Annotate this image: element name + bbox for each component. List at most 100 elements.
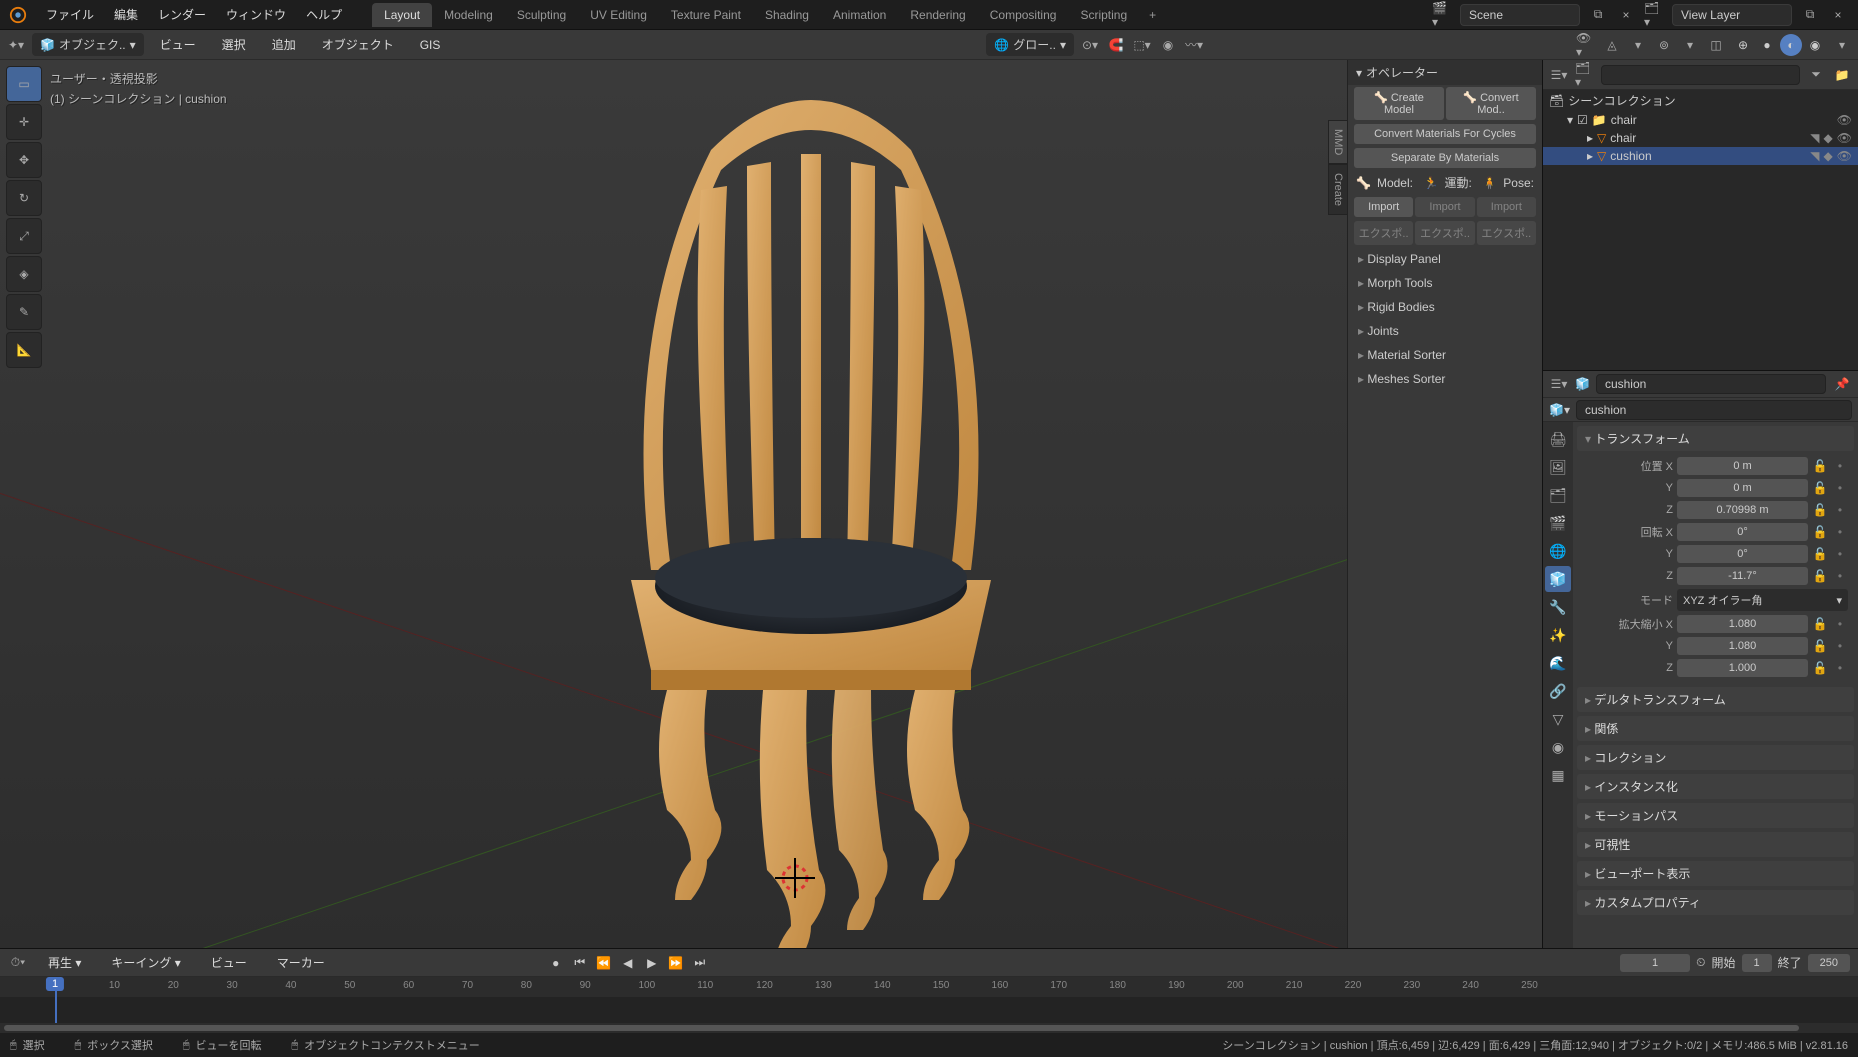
- outliner-mode-icon[interactable]: 🗂▾: [1575, 65, 1595, 85]
- pivot-icon[interactable]: ⊙▾: [1080, 35, 1100, 55]
- proportional-mode-icon[interactable]: 〰▾: [1184, 35, 1204, 55]
- viewlayer-name-field[interactable]: View Layer: [1672, 4, 1792, 26]
- lock-icon[interactable]: 🔓: [1812, 569, 1828, 583]
- timeline-scrollbar[interactable]: [0, 1023, 1858, 1033]
- menu-file[interactable]: ファイル: [36, 0, 104, 29]
- outliner-new-collection-icon[interactable]: 📁: [1832, 65, 1852, 85]
- outliner-mesh-chair[interactable]: ▸▽chair◥◆👁: [1543, 129, 1858, 147]
- transform-section-header[interactable]: トランスフォーム: [1577, 426, 1854, 451]
- new-viewlayer-icon[interactable]: ⧉: [1800, 5, 1820, 25]
- shading-options-icon[interactable]: ▾: [1832, 35, 1852, 55]
- tab-viewlayer[interactable]: 🗂: [1545, 482, 1571, 508]
- lock-icon[interactable]: 🔓: [1812, 503, 1828, 517]
- playback-menu[interactable]: 再生 ▾: [38, 948, 91, 977]
- lock-icon[interactable]: 🔓: [1812, 617, 1828, 631]
- model-import-button[interactable]: Import: [1354, 197, 1413, 217]
- current-frame-field[interactable]: 1: [1620, 954, 1690, 972]
- tab-render[interactable]: 🖨: [1545, 426, 1571, 452]
- proportional-icon[interactable]: ◉: [1158, 35, 1178, 55]
- outliner-type-icon[interactable]: ☰▾: [1549, 65, 1569, 85]
- scale-z[interactable]: 1.000: [1677, 659, 1808, 677]
- morph-tools-section[interactable]: Morph Tools: [1348, 271, 1542, 295]
- tool-move[interactable]: ✥: [6, 142, 42, 178]
- tab-scene[interactable]: 🎬: [1545, 510, 1571, 536]
- tab-object[interactable]: 🧊: [1545, 566, 1571, 592]
- tool-transform[interactable]: ◈: [6, 256, 42, 292]
- shading-wireframe[interactable]: ⊕: [1732, 34, 1754, 56]
- jump-end-icon[interactable]: ⏭: [689, 952, 711, 974]
- props-type-icon[interactable]: ☰▾: [1549, 374, 1569, 394]
- mesh-name-field[interactable]: cushion: [1576, 400, 1852, 420]
- visibility-section[interactable]: 可視性: [1577, 832, 1854, 857]
- add-menu[interactable]: 追加: [262, 30, 306, 59]
- timeline-ruler[interactable]: 0102030405060708090100110120130140150160…: [0, 977, 1858, 997]
- tab-uv-editing[interactable]: UV Editing: [578, 3, 659, 27]
- outliner-search[interactable]: [1601, 65, 1800, 85]
- tab-world[interactable]: 🌐: [1545, 538, 1571, 564]
- lock-icon[interactable]: 🔓: [1812, 459, 1828, 473]
- tab-modeling[interactable]: Modeling: [432, 3, 505, 27]
- tab-compositing[interactable]: Compositing: [978, 3, 1069, 27]
- play-icon[interactable]: ▶: [641, 952, 663, 974]
- timeline-view-menu[interactable]: ビュー: [201, 948, 257, 977]
- shading-solid[interactable]: ●: [1756, 34, 1778, 56]
- shading-lookdev[interactable]: ◐: [1780, 34, 1802, 56]
- 3d-viewport[interactable]: ユーザー・透視投影 (1) シーンコレクション | cushion ▭ ✛ ✥ …: [0, 60, 1542, 948]
- separate-materials-button[interactable]: Separate By Materials: [1354, 148, 1536, 168]
- overlay-options-icon[interactable]: ▾: [1680, 35, 1700, 55]
- pose-export-button[interactable]: エクスポ..: [1477, 221, 1536, 245]
- scale-y[interactable]: 1.080: [1677, 637, 1808, 655]
- tab-particles[interactable]: ✨: [1545, 622, 1571, 648]
- motion-import-button[interactable]: Import: [1415, 197, 1474, 217]
- keying-menu[interactable]: キーイング ▾: [101, 948, 190, 977]
- convert-materials-button[interactable]: Convert Materials For Cycles: [1354, 124, 1536, 144]
- outliner-filter-icon[interactable]: ⏷: [1806, 65, 1826, 85]
- display-panel-section[interactable]: Display Panel: [1348, 247, 1542, 271]
- menu-render[interactable]: レンダー: [148, 0, 216, 29]
- orientation-dropdown[interactable]: 🌐 グロー.. ▾: [986, 33, 1074, 56]
- shading-rendered[interactable]: ◉: [1804, 34, 1826, 56]
- tool-annotate[interactable]: ✎: [6, 294, 42, 330]
- rigid-bodies-section[interactable]: Rigid Bodies: [1348, 295, 1542, 319]
- snap-mode-icon[interactable]: ⬚▾: [1132, 35, 1152, 55]
- gis-menu[interactable]: GIS: [410, 32, 451, 58]
- convert-model-button[interactable]: 🦴 Convert Mod..: [1446, 87, 1536, 120]
- play-reverse-icon[interactable]: ◀: [617, 952, 639, 974]
- scene-browse-icon[interactable]: 🎬▾: [1432, 5, 1452, 25]
- auto-keying-icon[interactable]: ●: [545, 952, 567, 974]
- timeline-type-icon[interactable]: ⏱▾: [8, 953, 28, 973]
- rotation-mode-dropdown[interactable]: XYZ オイラー角▾: [1677, 589, 1848, 611]
- n-panel-header[interactable]: ▾ オペレーター: [1348, 60, 1542, 85]
- viewlayer-browse-icon[interactable]: 🗂▾: [1644, 5, 1664, 25]
- gizmo-options-icon[interactable]: ▾: [1628, 35, 1648, 55]
- motion-paths-section[interactable]: モーションパス: [1577, 803, 1854, 828]
- lock-icon[interactable]: 🔓: [1812, 547, 1828, 561]
- jump-start-icon[interactable]: ⏮: [569, 952, 591, 974]
- location-y[interactable]: 0 m: [1677, 479, 1808, 497]
- meshes-sorter-section[interactable]: Meshes Sorter: [1348, 367, 1542, 391]
- pose-import-button[interactable]: Import: [1477, 197, 1536, 217]
- mode-dropdown[interactable]: 🧊 オブジェク.. ▾: [32, 33, 144, 56]
- tab-scripting[interactable]: Scripting: [1068, 3, 1139, 27]
- tab-material[interactable]: ◉: [1545, 734, 1571, 760]
- start-frame-field[interactable]: 1: [1742, 954, 1772, 972]
- scale-x[interactable]: 1.080: [1677, 615, 1808, 633]
- tab-texture-paint[interactable]: Texture Paint: [659, 3, 753, 27]
- tab-layout[interactable]: Layout: [372, 3, 432, 27]
- model-export-button[interactable]: エクスポ..: [1354, 221, 1413, 245]
- lock-icon[interactable]: 🔓: [1812, 481, 1828, 495]
- gizmo-toggle-icon[interactable]: ◬: [1602, 35, 1622, 55]
- delta-transform-section[interactable]: デルタトランスフォーム: [1577, 687, 1854, 712]
- next-keyframe-icon[interactable]: ⏩: [665, 952, 687, 974]
- tab-rendering[interactable]: Rendering: [898, 3, 977, 27]
- lock-icon[interactable]: 🔓: [1812, 639, 1828, 653]
- editor-type-icon[interactable]: ✦▾: [6, 35, 26, 55]
- end-frame-field[interactable]: 250: [1808, 954, 1850, 972]
- outliner-scene-collection[interactable]: 🗃シーンコレクション: [1543, 90, 1858, 111]
- snap-toggle-icon[interactable]: 🧲: [1106, 35, 1126, 55]
- overlay-toggle-icon[interactable]: ⊚: [1654, 35, 1674, 55]
- visibility-icon[interactable]: 👁▾: [1576, 35, 1596, 55]
- scene-name-field[interactable]: Scene: [1460, 4, 1580, 26]
- tab-output[interactable]: 🖼: [1545, 454, 1571, 480]
- tab-animation[interactable]: Animation: [821, 3, 898, 27]
